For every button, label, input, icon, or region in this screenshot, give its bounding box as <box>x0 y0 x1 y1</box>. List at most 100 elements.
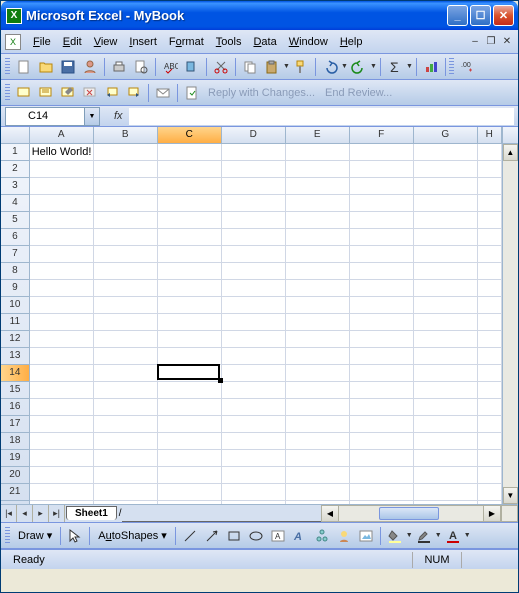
cell-E9[interactable] <box>286 280 350 297</box>
cell-B1[interactable] <box>94 144 158 161</box>
document-icon[interactable]: X <box>5 34 21 50</box>
cell-C5[interactable] <box>158 212 222 229</box>
cell-F22[interactable] <box>350 501 414 504</box>
cell-H12[interactable] <box>478 331 502 348</box>
cell-H2[interactable] <box>478 161 502 178</box>
cell-B13[interactable] <box>94 348 158 365</box>
cell-G18[interactable] <box>414 433 478 450</box>
hscroll-track[interactable] <box>339 506 483 521</box>
research-button[interactable] <box>181 56 203 78</box>
cell-B18[interactable] <box>94 433 158 450</box>
row-header-10[interactable]: 10 <box>1 297 29 314</box>
toolbar-grip-2[interactable] <box>449 58 454 76</box>
cell-A7[interactable] <box>30 246 94 263</box>
fill-color-button[interactable] <box>384 525 406 547</box>
cell-B14[interactable] <box>94 365 158 382</box>
cell-C14[interactable] <box>158 365 222 382</box>
cell-B2[interactable] <box>94 161 158 178</box>
cell-G22[interactable] <box>414 501 478 504</box>
cell-C2[interactable] <box>158 161 222 178</box>
paste-button[interactable] <box>261 56 283 78</box>
cell-C7[interactable] <box>158 246 222 263</box>
cell-G15[interactable] <box>414 382 478 399</box>
cell-E11[interactable] <box>286 314 350 331</box>
redo-dropdown-icon[interactable]: ▼ <box>370 63 377 70</box>
line-button[interactable] <box>179 525 201 547</box>
permission-button[interactable] <box>79 56 101 78</box>
row-header-21[interactable]: 21 <box>1 484 29 501</box>
scroll-down-button[interactable]: ▼ <box>503 487 518 504</box>
next-comment-button[interactable] <box>123 82 145 104</box>
undo-button[interactable] <box>319 56 341 78</box>
cell-D12[interactable] <box>222 331 286 348</box>
cell-E3[interactable] <box>286 178 350 195</box>
cell-B8[interactable] <box>94 263 158 280</box>
cell-H6[interactable] <box>478 229 502 246</box>
cell-D19[interactable] <box>222 450 286 467</box>
doc-restore-button[interactable]: ❐ <box>484 35 498 49</box>
cell-E6[interactable] <box>286 229 350 246</box>
cell-C11[interactable] <box>158 314 222 331</box>
row-header-14[interactable]: 14 <box>1 365 29 382</box>
cell-G21[interactable] <box>414 484 478 501</box>
row-header-7[interactable]: 7 <box>1 246 29 263</box>
send-mail-button[interactable] <box>152 82 174 104</box>
cell-G8[interactable] <box>414 263 478 280</box>
cell-A11[interactable] <box>30 314 94 331</box>
chart-wizard-button[interactable] <box>420 56 442 78</box>
undo-dropdown-icon[interactable]: ▼ <box>341 63 348 70</box>
cell-C21[interactable] <box>158 484 222 501</box>
cell-B4[interactable] <box>94 195 158 212</box>
cell-C22[interactable] <box>158 501 222 504</box>
cell-B10[interactable] <box>94 297 158 314</box>
cell-D18[interactable] <box>222 433 286 450</box>
cut-button[interactable] <box>210 56 232 78</box>
cell-F7[interactable] <box>350 246 414 263</box>
row-header-3[interactable]: 3 <box>1 178 29 195</box>
autosum-button[interactable]: Σ <box>384 56 406 78</box>
cell-A16[interactable] <box>30 399 94 416</box>
cell-E15[interactable] <box>286 382 350 399</box>
cell-H14[interactable] <box>478 365 502 382</box>
cell-F20[interactable] <box>350 467 414 484</box>
cell-A12[interactable] <box>30 331 94 348</box>
cell-B15[interactable] <box>94 382 158 399</box>
cell-A10[interactable] <box>30 297 94 314</box>
cell-C6[interactable] <box>158 229 222 246</box>
draw-menu-button[interactable]: Draw ▾ <box>13 529 57 542</box>
cell-C15[interactable] <box>158 382 222 399</box>
menu-format[interactable]: Format <box>163 33 210 51</box>
paste-dropdown-icon[interactable]: ▼ <box>283 63 290 70</box>
cell-E2[interactable] <box>286 161 350 178</box>
cell-A9[interactable] <box>30 280 94 297</box>
fx-button[interactable]: fx <box>114 110 123 122</box>
toolbar-grip-3[interactable] <box>5 84 10 102</box>
cell-G16[interactable] <box>414 399 478 416</box>
autoshapes-menu-button[interactable]: AutoShapes ▾ <box>93 529 172 542</box>
cell-F4[interactable] <box>350 195 414 212</box>
cell-G11[interactable] <box>414 314 478 331</box>
cell-C18[interactable] <box>158 433 222 450</box>
row-header-13[interactable]: 13 <box>1 348 29 365</box>
cell-D5[interactable] <box>222 212 286 229</box>
cell-F1[interactable] <box>350 144 414 161</box>
save-button[interactable] <box>57 56 79 78</box>
cell-B16[interactable] <box>94 399 158 416</box>
cell-D6[interactable] <box>222 229 286 246</box>
cell-G7[interactable] <box>414 246 478 263</box>
rectangle-button[interactable] <box>223 525 245 547</box>
close-button[interactable]: ✕ <box>493 5 514 26</box>
row-header-15[interactable]: 15 <box>1 382 29 399</box>
line-color-dropdown-icon[interactable]: ▼ <box>435 532 442 539</box>
cell-E12[interactable] <box>286 331 350 348</box>
cell-B5[interactable] <box>94 212 158 229</box>
column-header-H[interactable]: H <box>478 127 502 143</box>
cell-A1[interactable]: Hello World! <box>30 144 94 161</box>
cell-D22[interactable] <box>222 501 286 504</box>
cell-A2[interactable] <box>30 161 94 178</box>
cell-C8[interactable] <box>158 263 222 280</box>
cell-E7[interactable] <box>286 246 350 263</box>
cell-E17[interactable] <box>286 416 350 433</box>
edit-comment-button[interactable] <box>57 82 79 104</box>
cell-H8[interactable] <box>478 263 502 280</box>
